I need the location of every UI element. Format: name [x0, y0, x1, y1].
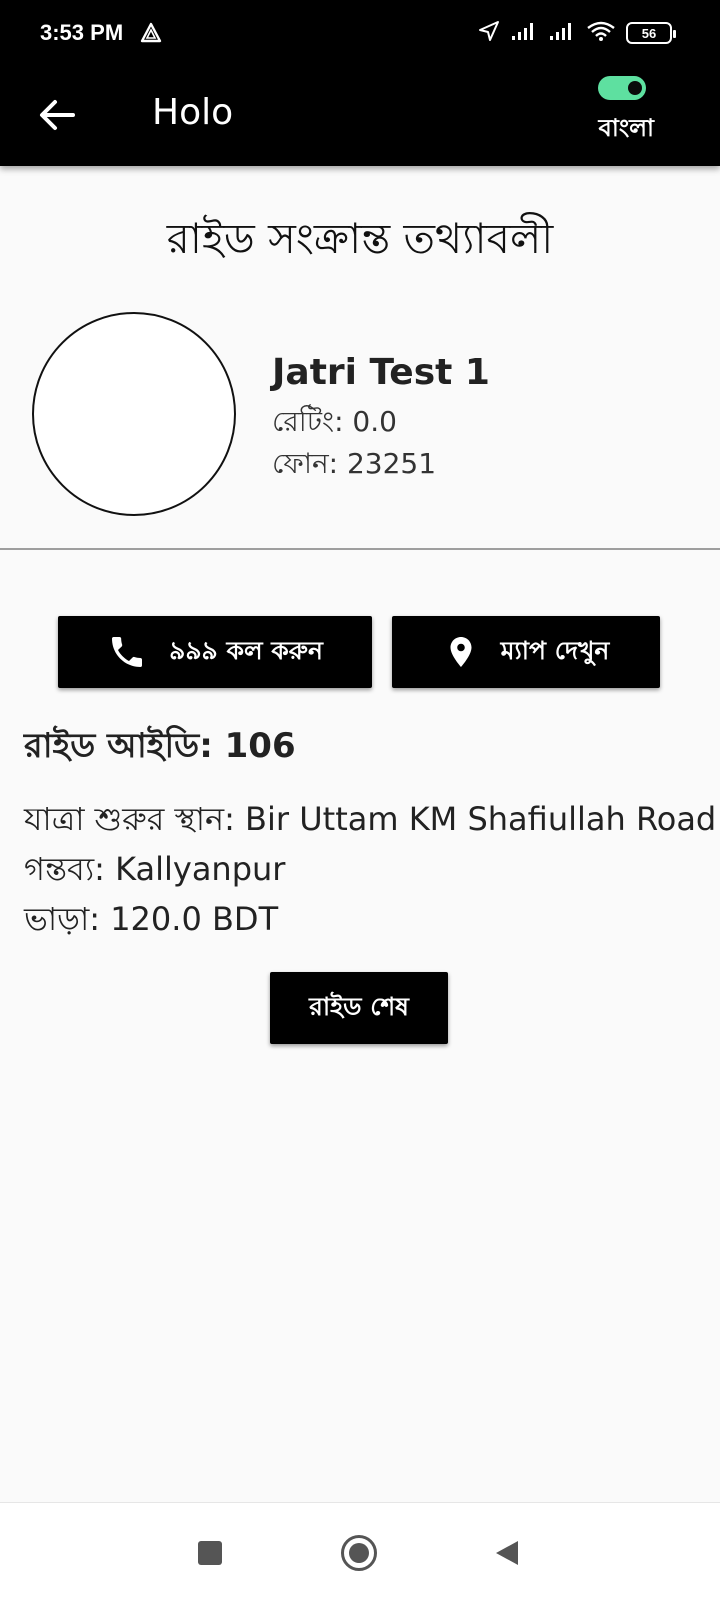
status-bar: 3:53 PM 56 [0, 0, 720, 66]
status-time: 3:53 PM [40, 20, 124, 45]
toggle-thumb [628, 81, 642, 95]
map-button-label: ম্যাপ দেখুন [500, 635, 610, 665]
location-arrow-icon [478, 20, 500, 46]
end-ride-button[interactable]: রাইড শেষ [270, 972, 448, 1044]
divider [0, 548, 720, 550]
page-title: রাইড সংক্রান্ত তথ্যাবলী [166, 214, 554, 263]
driver-rating: রেটিং: 0.0 [272, 405, 397, 438]
end-ride-label: রাইড শেষ [309, 991, 409, 1021]
recents-square-icon[interactable] [198, 1541, 222, 1565]
view-map-button[interactable]: ম্যাপ দেখুন [392, 616, 660, 688]
battery-level: 56 [641, 25, 657, 41]
battery-icon: 56 [626, 22, 676, 44]
back-triangle-icon[interactable] [494, 1539, 520, 1571]
ride-id: রাইড আইডি: 106 [24, 726, 296, 766]
map-pin-icon [450, 637, 472, 667]
home-circle-icon[interactable] [341, 1535, 377, 1571]
driver-name: Jatri Test 1 [272, 352, 490, 393]
driver-phone: ফোন: 23251 [272, 447, 437, 480]
call-button-label: ৯৯৯ কল করুন [169, 635, 323, 665]
home-dot [349, 1543, 369, 1563]
signal-icon [548, 20, 576, 46]
app-title: Holo [152, 92, 234, 133]
avatar [32, 312, 236, 516]
language-toggle[interactable] [598, 74, 648, 102]
phone-icon [112, 637, 143, 667]
back-button[interactable] [32, 90, 82, 140]
ride-fare: ভাড়া: 120.0 BDT [24, 900, 279, 938]
app-bar: Holo বাংলা [0, 66, 720, 166]
language-label: বাংলা [598, 114, 655, 142]
wifi-icon [586, 20, 616, 46]
ride-destination: গন্তব্য: Kallyanpur [24, 850, 286, 888]
call-999-button[interactable]: ৯৯৯ কল করুন [58, 616, 372, 688]
arrow-left-icon [40, 100, 75, 130]
alert-triangle-icon [140, 22, 162, 48]
ride-start-location: যাত্রা শুরুর স্থান: Bir Uttam KM Shafiul… [24, 800, 717, 838]
signal-icon [510, 20, 538, 46]
system-nav-bar [0, 1502, 720, 1600]
